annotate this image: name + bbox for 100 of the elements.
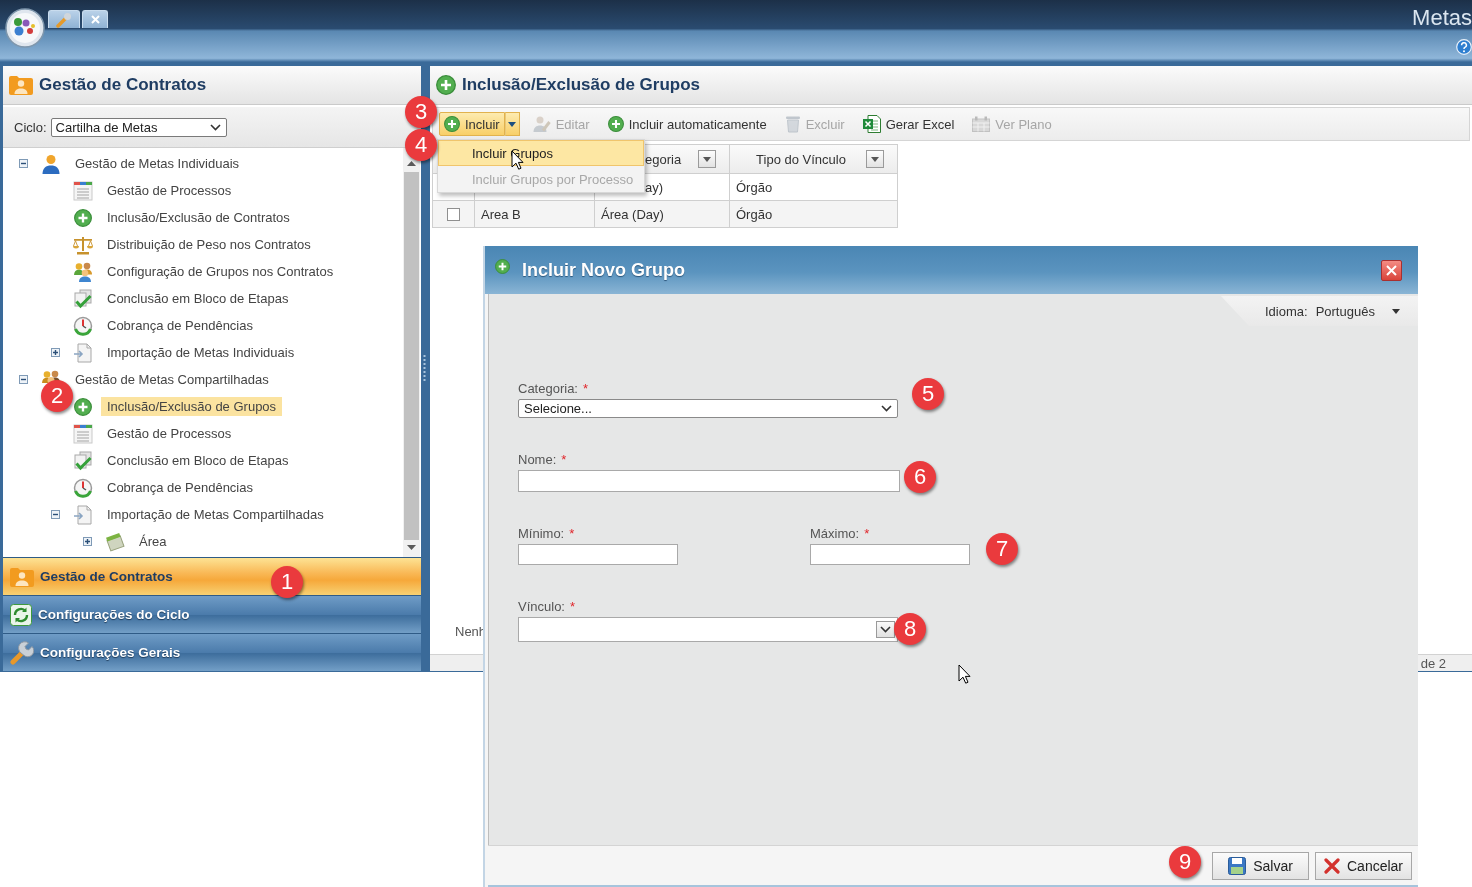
caret-down-icon: [407, 545, 416, 550]
language-select[interactable]: Português: [1315, 303, 1400, 319]
cross-icon: [1324, 857, 1340, 874]
trash-icon: [784, 115, 801, 133]
field-label: Categoria:: [518, 381, 578, 396]
accordion-section[interactable]: Configurações Gerais: [3, 633, 421, 671]
plus-circle-icon: [436, 75, 456, 95]
documents-check-icon: [73, 450, 93, 471]
wrench-icon: [56, 11, 72, 28]
help-icon[interactable]: [1456, 39, 1472, 55]
document-list-icon: [73, 423, 93, 444]
clock-icon: [73, 315, 93, 336]
field-label: Ciclo:: [14, 119, 47, 135]
chevron-down-icon: [209, 123, 221, 131]
caret-down-icon: [508, 121, 517, 127]
tree-item[interactable]: Cobrança de Pendências: [101, 478, 259, 497]
panel-title: Inclusão/Exclusão de Grupos: [462, 75, 701, 95]
language-label: Idioma:: [1265, 303, 1308, 319]
document-arrow-icon: [73, 504, 93, 525]
dialog-button[interactable]: Cancelar: [1315, 851, 1412, 880]
minus-box-icon[interactable]: [51, 510, 60, 519]
grip-icon[interactable]: [423, 354, 426, 383]
people-icon: [73, 261, 93, 282]
minus-box-icon[interactable]: [19, 375, 28, 384]
close-button[interactable]: [1381, 259, 1402, 281]
toolbar-button[interactable]: Incluir: [439, 112, 505, 136]
clock-icon: [73, 477, 93, 498]
field-label: Nome:: [518, 452, 557, 467]
required-mark: *: [570, 599, 576, 614]
cursor-icon: [958, 664, 971, 685]
page-count: de 2: [1420, 655, 1446, 671]
toolbar-button[interactable]: Incluir automaticamente: [602, 112, 772, 136]
tree-item[interactable]: Gestão de Processos: [101, 181, 238, 200]
required-mark: *: [569, 526, 575, 541]
required-mark: *: [583, 381, 589, 396]
document-arrow-icon: [73, 342, 93, 363]
column-header: egoria: [645, 151, 683, 167]
dropdown-button[interactable]: [876, 621, 895, 638]
caret-down-icon: [703, 156, 711, 162]
document-list-icon: [73, 180, 93, 201]
tree-item[interactable]: Inclusão/Exclusão de Grupos: [101, 397, 283, 416]
tree-item[interactable]: Configuração de Grupos nos Contratos: [101, 262, 340, 281]
minus-box-icon[interactable]: [19, 159, 28, 168]
person-pencil-icon: [532, 115, 551, 133]
cycle-select[interactable]: Cartilha de Metas: [50, 117, 227, 137]
plus-circle-icon: [495, 259, 510, 274]
field-label: Vínculo:: [518, 599, 565, 614]
combo-field[interactable]: [518, 617, 898, 642]
documents-check-icon: [73, 288, 93, 309]
toolbar-button[interactable]: Gerar Excel: [857, 112, 960, 136]
tree-item[interactable]: Importação de Metas Individuais: [101, 343, 301, 362]
plus-circle-icon: [74, 208, 92, 227]
checkbox[interactable]: [447, 207, 460, 221]
plus-circle-icon: [607, 116, 624, 132]
select-field[interactable]: Selecione...: [518, 399, 898, 418]
plus-circle-icon: [74, 397, 92, 416]
tree-item[interactable]: Cobrança de Pendências: [101, 316, 259, 335]
table-cell: Area B: [475, 201, 595, 228]
plus-box-icon[interactable]: [51, 348, 60, 357]
accordion-section[interactable]: Configurações do Ciclo: [3, 595, 421, 633]
person-icon: [41, 153, 61, 174]
scales-icon: [73, 234, 93, 255]
filter-button[interactable]: [698, 150, 716, 168]
caret-down-icon: [1391, 308, 1400, 314]
tree-item[interactable]: Importação de Metas Compartilhadas: [101, 505, 330, 524]
caret-down-icon: [871, 156, 879, 162]
close-icon: [90, 15, 100, 24]
tree-item[interactable]: Inclusão/Exclusão de Contratos: [101, 208, 296, 227]
scrollbar-thumb[interactable]: [404, 172, 419, 540]
field-label: Máximo:: [810, 526, 860, 541]
person-folder-icon: [10, 566, 34, 587]
person-folder-icon: [9, 75, 33, 95]
plus-circle-icon: [444, 116, 460, 132]
notepad-icon: [105, 531, 125, 552]
chevron-down-icon: [881, 405, 892, 412]
calendar-icon: [972, 116, 991, 132]
dialog-button[interactable]: Salvar: [1212, 851, 1309, 880]
dialog-title: Incluir Novo Grupo: [522, 259, 686, 281]
required-mark: *: [864, 526, 870, 541]
table-cell: Órgão: [730, 201, 898, 228]
spreadsheet-icon: [862, 115, 881, 133]
tree-item[interactable]: Conclusão em Bloco de Etapas: [101, 289, 295, 308]
tree-item[interactable]: Área: [133, 532, 173, 551]
cycle-icon: [10, 603, 32, 626]
tree-item[interactable]: Gestão de Processos: [101, 424, 238, 443]
tree-item[interactable]: Conclusão em Bloco de Etapas: [101, 451, 295, 470]
required-mark: *: [561, 452, 567, 467]
input-field[interactable]: [518, 544, 678, 565]
chevron-down-icon: [880, 626, 891, 633]
wrench-icon: [10, 640, 34, 665]
orb-icon[interactable]: [5, 8, 45, 48]
table-cell: Área (Day): [595, 201, 730, 228]
tree-item[interactable]: Gestão de Metas Individuais: [69, 154, 246, 173]
plus-box-icon[interactable]: [83, 537, 92, 546]
close-icon: [1386, 264, 1397, 276]
input-field[interactable]: [810, 544, 970, 565]
filter-button[interactable]: [866, 150, 884, 168]
input-field[interactable]: [518, 470, 900, 492]
app-title: Metas: [1412, 5, 1472, 31]
tree-item[interactable]: Distribuição de Peso nos Contratos: [101, 235, 317, 254]
